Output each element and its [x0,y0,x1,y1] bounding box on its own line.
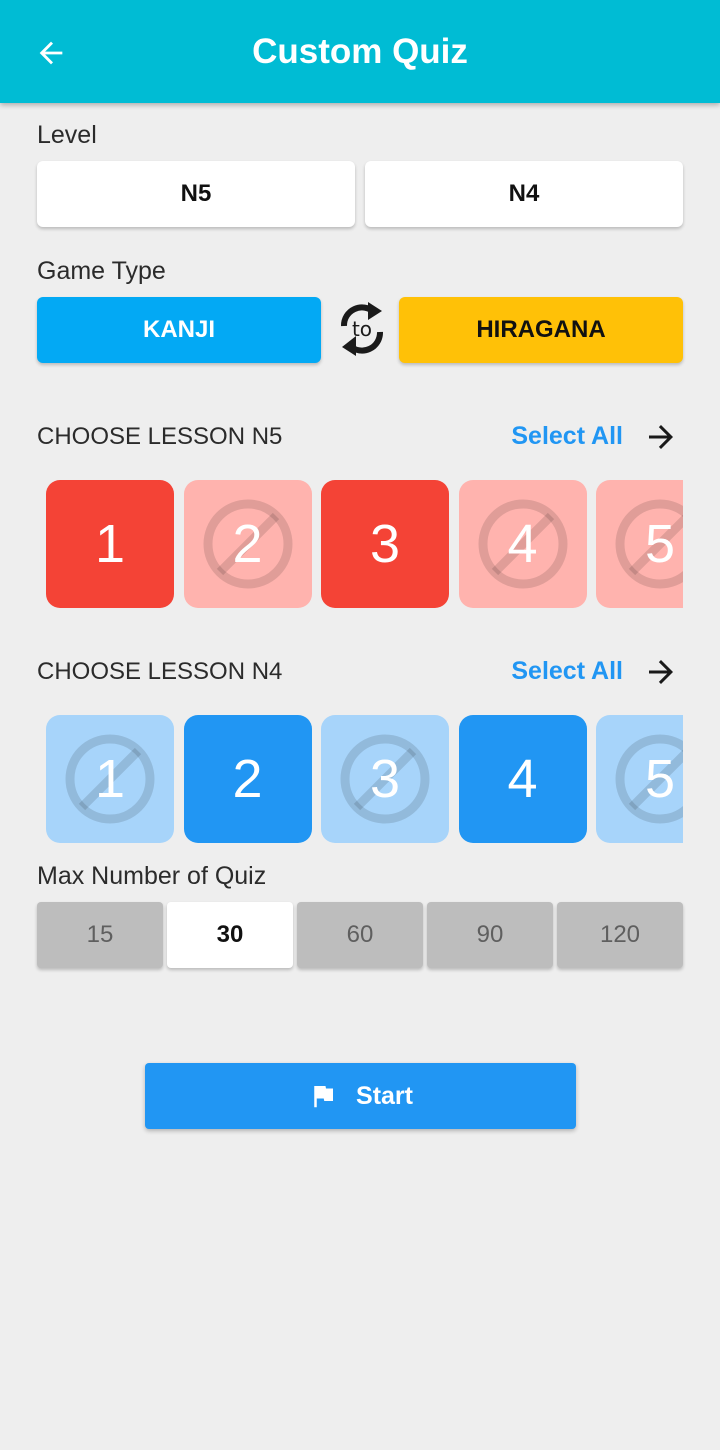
lesson-number: 5 [644,749,676,809]
level-label: Level [37,121,97,149]
lesson-n4-list: 1 2 3 4 5 [37,715,683,855]
level-n5-button[interactable]: N5 [37,161,355,227]
start-label: Start [356,1081,413,1110]
n4-lesson-tile-4[interactable]: 4 [458,715,587,843]
lesson-number: 2 [232,514,263,574]
start-button[interactable]: Start [145,1063,576,1129]
n5-select-all-link[interactable]: Select All [511,422,623,451]
n5-lesson-tile-2[interactable]: 2 [183,480,312,608]
n4-lesson-tile-3[interactable]: 3 [321,715,449,843]
level-n4-button[interactable]: N4 [365,161,683,227]
n4-lesson-tile-1[interactable]: 1 [46,715,174,843]
lesson-number: 2 [232,749,263,809]
max-quiz-label: Max Number of Quiz [37,862,267,890]
lesson-n5-title: CHOOSE LESSON N5 [37,423,283,450]
lesson-n4-title: CHOOSE LESSON N4 [37,658,283,685]
swap-button[interactable]: to [334,296,390,362]
quiz-count-90-button[interactable]: 90 [427,902,553,968]
lesson-number: 4 [507,514,538,574]
lesson-number: 1 [94,514,126,574]
lesson-number: 1 [94,749,126,809]
n5-arrow-right-icon[interactable] [643,419,679,455]
swap-text: to [352,317,372,341]
quiz-count-30-button[interactable]: 30 [167,902,293,968]
n4-select-all-link[interactable]: Select All [511,657,623,686]
kanji-button[interactable]: KANJI [37,297,321,363]
lesson-number: 4 [507,749,538,809]
swap-icon: to [341,302,383,356]
n4-arrow-right-icon[interactable] [643,654,679,690]
app-bar: Custom Quiz [0,0,720,103]
lesson-n5-list: 1 2 3 4 5 [37,480,683,620]
lesson-number: 3 [369,514,401,574]
quiz-count-60-button[interactable]: 60 [297,902,423,968]
lesson-number: 3 [369,749,401,809]
lesson-number: 5 [644,514,676,574]
n5-lesson-tile-1[interactable]: 1 [46,480,174,608]
hiragana-button[interactable]: HIRAGANA [399,297,683,363]
n4-lesson-tile-2[interactable]: 2 [183,715,312,843]
quiz-count-15-button[interactable]: 15 [37,902,163,968]
flag-icon [314,1086,334,1108]
quiz-count-120-button[interactable]: 120 [557,902,683,968]
n4-lesson-tile-5[interactable]: 5 [596,715,683,843]
page-title: Custom Quiz [252,32,468,71]
game-type-label: Game Type [37,257,166,285]
n5-lesson-tile-5[interactable]: 5 [596,480,683,608]
n5-lesson-tile-3[interactable]: 3 [321,480,449,608]
n5-lesson-tile-4[interactable]: 4 [458,480,587,608]
